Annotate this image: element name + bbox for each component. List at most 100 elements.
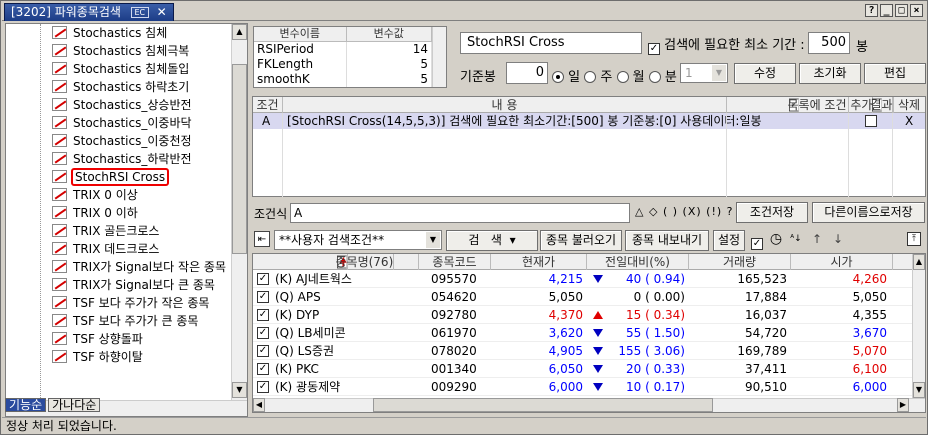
- parentheses-icon[interactable]: ( ): [663, 205, 678, 218]
- col-stock-name[interactable]: ✓ 🠝 종목명(76): [253, 254, 419, 270]
- sort-az-icon[interactable]: ᴬ↓: [788, 231, 804, 247]
- clock-icon[interactable]: ◷: [768, 231, 784, 247]
- table-row[interactable]: ✓ (K) DYP 092780 4,370 15 ( 0.34) 16,037 4,355: [253, 306, 913, 324]
- minimize-button[interactable]: _: [880, 4, 893, 17]
- edit-button[interactable]: 수정: [734, 63, 796, 84]
- table-row[interactable]: ✓ (Q) LB세미콘 061970 3,620 55 ( 1.50) 54,720 3,6…: [253, 324, 913, 342]
- base-bar-input[interactable]: 0: [506, 62, 548, 84]
- tree-item[interactable]: TSF 보다 주가가 큰 종목: [6, 312, 198, 330]
- tree-vertical-scrollbar[interactable]: ▲ ▼: [231, 24, 247, 400]
- tree-item[interactable]: TRIX 0 이상: [6, 186, 138, 204]
- variables-scrollbar[interactable]: [432, 27, 446, 87]
- min-period-input[interactable]: 500: [808, 32, 850, 54]
- tree-item[interactable]: TRIX가 Signal보다 작은 종목: [6, 258, 226, 276]
- radio-day[interactable]: [552, 71, 564, 83]
- var-value[interactable]: 5: [346, 71, 432, 87]
- close-button[interactable]: ×: [910, 4, 923, 17]
- tree-item[interactable]: TSF 하향이탈: [6, 348, 143, 366]
- tree-item[interactable]: TRIX 데드크로스: [6, 240, 159, 258]
- row-checkbox[interactable]: ✓: [257, 291, 269, 303]
- tree-item[interactable]: Stochastics_상승반전: [6, 96, 192, 114]
- tree-item[interactable]: Stochastics 하락초기: [6, 78, 189, 96]
- save-condition-button[interactable]: 조건저장: [736, 202, 808, 223]
- settings-button[interactable]: 설정: [713, 230, 745, 251]
- tree-item[interactable]: TRIX 0 이하: [6, 204, 138, 222]
- col-result[interactable]: 결과: [849, 97, 894, 113]
- row-delete-button[interactable]: X: [905, 113, 913, 129]
- help-icon[interactable]: ?: [727, 205, 734, 218]
- col-price[interactable]: 현재가: [491, 254, 587, 270]
- not-operator-icon[interactable]: (!): [706, 205, 722, 218]
- row-checkbox[interactable]: ✓: [257, 273, 269, 285]
- table-row[interactable]: ✓ (K) AJ네트웍스 095570 4,215 40 ( 0.94) 165,523 4…: [253, 270, 913, 288]
- results-horizontal-scrollbar[interactable]: ◀ ▶: [253, 398, 925, 412]
- tree-item[interactable]: Stochastics_하락반전: [6, 150, 192, 168]
- tree-item[interactable]: TRIX 골든크로스: [6, 222, 159, 240]
- row-checkbox[interactable]: ✓: [257, 363, 269, 375]
- tree-item[interactable]: Stochastics 침체돌입: [6, 60, 189, 78]
- var-value[interactable]: 5: [346, 56, 432, 72]
- tree-item[interactable]: Stochastics 침체: [6, 24, 167, 42]
- tab-close-icon[interactable]: ✕: [157, 5, 167, 19]
- table-row[interactable]: ✓ (Q) LS증권 078020 4,905 155 ( 3.06) 169,789 5,…: [253, 342, 913, 360]
- tab-alphabetical-order[interactable]: 가나다순: [48, 398, 101, 412]
- scroll-left-icon[interactable]: ◀: [253, 398, 265, 412]
- table-row[interactable]: ✓ (K) PKC 001340 6,050 20 ( 0.33) 37,411 6,100: [253, 360, 913, 378]
- table-row[interactable]: A [StochRSI Cross(14,5,5,3)] 검색에 필요한 최소기…: [253, 113, 925, 129]
- and-operator-icon[interactable]: △: [635, 205, 644, 218]
- radio-minute[interactable]: [648, 71, 661, 83]
- table-row[interactable]: FKLength 5: [254, 56, 432, 72]
- scroll-down-icon[interactable]: ▼: [232, 382, 247, 398]
- radio-week[interactable]: [584, 71, 597, 83]
- col-change[interactable]: 전일대비(%): [587, 254, 689, 270]
- tree-item[interactable]: TSF 보다 주가가 작은 종목: [6, 294, 209, 312]
- remove-parentheses-icon[interactable]: (X): [683, 205, 702, 218]
- minute-select[interactable]: 1 ▼: [680, 63, 728, 83]
- tree-item[interactable]: TRIX가 Signal보다 큰 종목: [6, 276, 215, 294]
- min-period-option[interactable]: ✓ 검색에 필요한 최소 기간 :: [648, 34, 805, 55]
- move-down-icon[interactable]: ↓: [830, 231, 846, 247]
- scroll-up-icon[interactable]: ▲: [232, 24, 247, 40]
- save-as-button[interactable]: 다른이름으로저장: [812, 202, 925, 223]
- collapse-panel-icon[interactable]: ⇤: [254, 231, 270, 247]
- link-icon[interactable]: EC: [130, 7, 149, 18]
- table-row[interactable]: ✓ (K) 광동제약 009290 6,000 10 ( 0.17) 90,510 6,00…: [253, 378, 913, 396]
- col-volume[interactable]: 거래량: [689, 254, 791, 270]
- tab-power-stock-search[interactable]: [3202] 파워종목검색 EC ✕: [4, 3, 174, 21]
- col-open[interactable]: 시가: [791, 254, 893, 270]
- search-button[interactable]: 검 색 ▾: [446, 230, 538, 251]
- preset-select[interactable]: **사용자 검색조건** ▼: [274, 230, 442, 250]
- scroll-thumb[interactable]: [373, 398, 713, 412]
- chevron-down-icon[interactable]: ▼: [426, 232, 440, 248]
- min-period-checkbox[interactable]: ✓: [648, 43, 660, 55]
- popup-window-icon[interactable]: ⤒: [907, 232, 921, 246]
- tree-item[interactable]: TSF 상향돌파: [6, 330, 143, 348]
- scroll-up-icon[interactable]: ▲: [913, 254, 925, 270]
- col-add-to-list[interactable]: ✓ 목록에 조건 추가: [727, 97, 874, 113]
- eraser-icon[interactable]: ◇: [649, 205, 658, 218]
- row-checkbox[interactable]: ✓: [257, 381, 269, 393]
- tree-item[interactable]: Stochastics_이중천정: [6, 132, 192, 150]
- tree-item[interactable]: StochRSI Cross: [6, 168, 170, 186]
- cond-expr-input[interactable]: A: [290, 203, 630, 223]
- tree-item[interactable]: Stochastics 침체극복: [6, 42, 189, 60]
- col-code[interactable]: 종목코드: [419, 254, 491, 270]
- row-checkbox[interactable]: ✓: [257, 327, 269, 339]
- results-vertical-scrollbar[interactable]: ▲ ▼: [912, 254, 925, 398]
- row-checkbox[interactable]: ✓: [257, 309, 269, 321]
- row-checkbox[interactable]: ✓: [257, 345, 269, 357]
- compose-button[interactable]: 편집: [864, 63, 926, 84]
- row-result-checkbox[interactable]: [865, 115, 877, 127]
- table-row[interactable]: RSIPeriod 14: [254, 41, 432, 57]
- table-row[interactable]: ✓ (Q) APS 054620 5,050 0 ( 0.00) 17,884 5,050: [253, 288, 913, 306]
- chevron-down-icon[interactable]: ▼: [712, 65, 726, 81]
- tree-item[interactable]: Stochastics_이중바닥: [6, 114, 192, 132]
- scroll-right-icon[interactable]: ▶: [897, 398, 909, 412]
- scroll-thumb[interactable]: [232, 64, 247, 254]
- help-button[interactable]: ?: [865, 4, 878, 17]
- export-stocks-button[interactable]: 종목 내보내기: [625, 230, 709, 251]
- radio-month[interactable]: [616, 71, 629, 83]
- maximize-button[interactable]: □: [895, 4, 908, 17]
- load-stocks-button[interactable]: 종목 불러오기: [540, 230, 622, 251]
- var-value[interactable]: 14: [346, 41, 432, 57]
